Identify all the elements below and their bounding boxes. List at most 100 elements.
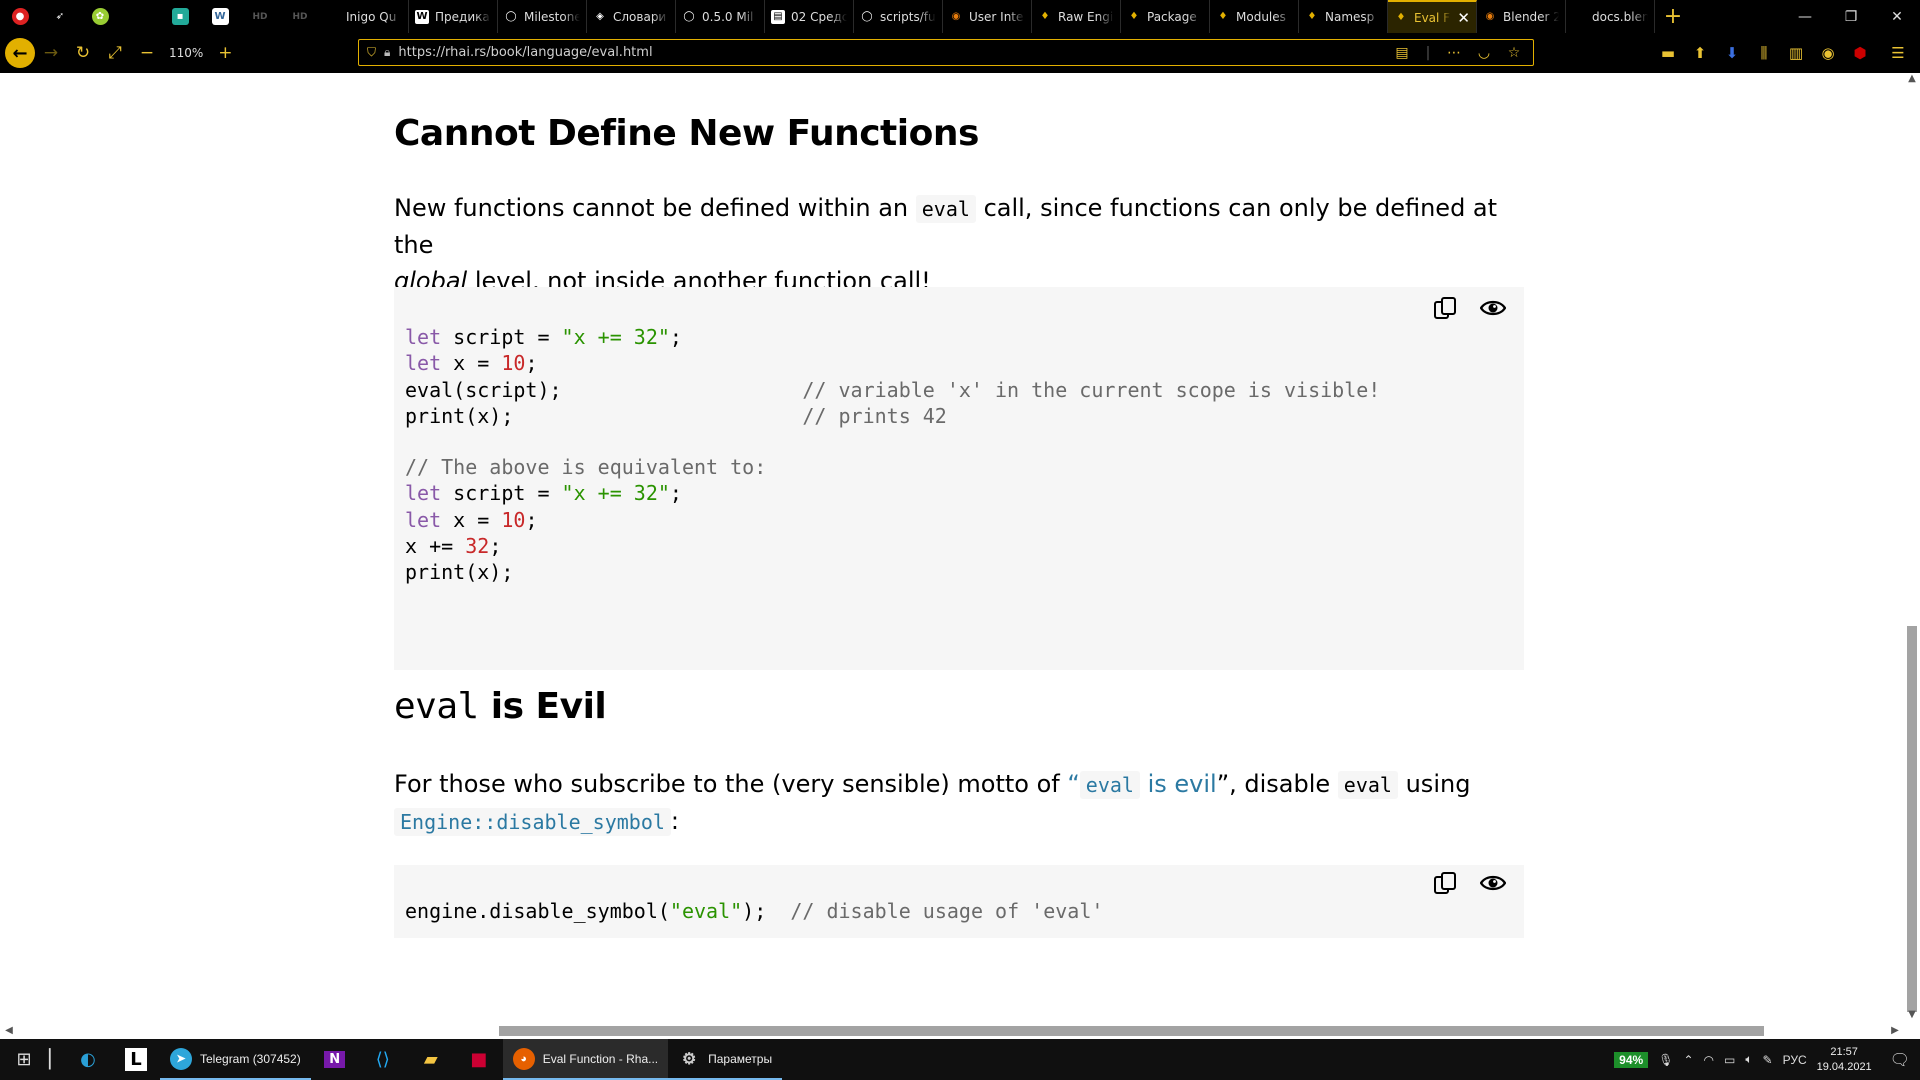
text: , disable xyxy=(1229,770,1338,798)
folder-icon[interactable]: ▰ xyxy=(407,1039,455,1080)
blank-icon xyxy=(326,10,340,24)
tab[interactable]: ◯ scripts/fu xyxy=(854,0,943,33)
eval-is-evil-link[interactable]: “eval is evil” xyxy=(1067,770,1229,799)
pinned-tab[interactable]: W xyxy=(200,0,240,33)
pen-icon[interactable]: ✎ xyxy=(1763,1053,1773,1067)
scroll-up-icon[interactable]: ▲ xyxy=(1904,73,1920,87)
volume-icon[interactable]: 🔈︎ xyxy=(1745,1052,1752,1067)
reader-view-icon[interactable]: ▤ xyxy=(1391,45,1413,61)
copy-code-button[interactable] xyxy=(1430,868,1460,898)
windows-taskbar: ⊞ ▏ ◐ L ➤ Telegram (307452) N ⟨⟩ ▰ ■ ◕ E… xyxy=(0,1039,1920,1080)
taskbar-app-settings[interactable]: ⚙ Параметры xyxy=(668,1039,783,1080)
pinned-tab[interactable]: ● xyxy=(0,0,40,33)
pinned-tab[interactable] xyxy=(120,0,160,33)
tab[interactable]: ♦ Raw Engi xyxy=(1032,0,1121,33)
task-view-icon[interactable]: ▏ xyxy=(48,1039,64,1080)
windows-start-icon[interactable]: ⊞ xyxy=(0,1039,48,1080)
tab[interactable]: ♦ Modules xyxy=(1210,0,1299,33)
back-button[interactable]: ← xyxy=(5,38,35,68)
l-app-icon[interactable]: L xyxy=(112,1039,160,1080)
battery-indicator[interactable]: 94% xyxy=(1614,1051,1649,1068)
rhai-icon: ♦ xyxy=(1396,12,1406,23)
tab[interactable]: W Предика xyxy=(409,0,498,33)
pinned-tab[interactable]: ➶ xyxy=(40,0,80,33)
ublock-icon[interactable]: ⬢ xyxy=(1844,33,1876,73)
taskbar-app-telegram[interactable]: ➤ Telegram (307452) xyxy=(160,1039,311,1080)
edge-icon[interactable]: ◐ xyxy=(64,1039,112,1080)
zoom-level[interactable]: 110% xyxy=(163,46,209,60)
minimize-icon[interactable]: — xyxy=(1782,0,1828,33)
horizontal-scrollbar[interactable]: ◀ ▶ xyxy=(0,1023,1904,1039)
pinned-tab[interactable]: HD xyxy=(280,0,320,33)
sidebar-icon[interactable]: ▥ xyxy=(1780,33,1812,73)
onenote-icon[interactable]: N xyxy=(311,1039,359,1080)
tab-label: scripts/fu xyxy=(880,9,936,24)
extension-icon[interactable]: ▬ xyxy=(1652,33,1684,73)
horizontal-scroll-thumb[interactable] xyxy=(499,1026,1764,1036)
tab[interactable]: ▤ 02 Средс xyxy=(765,0,854,33)
downloads-icon[interactable]: ⬇ xyxy=(1716,33,1748,73)
toggle-hidden-lines-button[interactable] xyxy=(1478,868,1508,898)
url-bar[interactable]: ⛉ 🔒︎ https://rhai.rs/book/language/eval.… xyxy=(358,39,1534,66)
wifi-icon[interactable]: ◠ xyxy=(1704,1053,1714,1067)
zoom-in-button[interactable]: + xyxy=(209,38,241,68)
notifications-icon[interactable]: 🗨︎ xyxy=(1882,1050,1910,1070)
copy-code-button[interactable] xyxy=(1430,293,1460,323)
vertical-scrollbar[interactable]: ▲ ▼ xyxy=(1904,73,1920,1023)
tab-active[interactable]: ♦ Eval F ✕ xyxy=(1388,0,1477,33)
tab[interactable]: ♦ Namesp xyxy=(1299,0,1388,33)
menu-icon[interactable]: ☰ xyxy=(1876,33,1920,73)
account-icon[interactable]: ◉ xyxy=(1812,33,1844,73)
blender-icon: ◉ xyxy=(951,11,961,22)
rhai-icon: ♦ xyxy=(1040,11,1050,22)
zoom-out-button[interactable]: − xyxy=(131,38,163,68)
disable-symbol-link[interactable]: Engine::disable_symbol xyxy=(394,807,671,836)
shield-icon[interactable]: ⛉ xyxy=(367,45,376,60)
close-window-icon[interactable]: ✕ xyxy=(1874,0,1920,33)
tab[interactable]: Inigo Qu xyxy=(320,0,409,33)
pinned-tab[interactable]: HD xyxy=(240,0,280,33)
arrow-right-icon: → xyxy=(43,43,59,63)
scroll-left-icon[interactable]: ◀ xyxy=(2,1023,16,1039)
taskbar-app-firefox[interactable]: ◕ Eval Function - Rha... xyxy=(502,1039,669,1080)
reload-button[interactable]: ↻ xyxy=(67,38,99,68)
tab[interactable]: ◯ Milestone xyxy=(498,0,587,33)
github-icon: ◯ xyxy=(861,11,873,22)
extension-icon[interactable]: ⬆ xyxy=(1684,33,1716,73)
pinned-tab[interactable]: ▪ xyxy=(160,0,200,33)
pinned-tab[interactable]: ✿ xyxy=(80,0,120,33)
github-icon: ◯ xyxy=(683,11,695,22)
scroll-right-icon[interactable]: ▶ xyxy=(1888,1023,1902,1039)
leaf-icon: ✿ xyxy=(91,8,109,25)
tab[interactable]: ♦ Package xyxy=(1121,0,1210,33)
more-actions-icon[interactable]: ⋯ xyxy=(1443,45,1465,61)
chevron-up-icon[interactable]: ⌃ xyxy=(1683,1053,1693,1067)
bookmark-star-icon[interactable]: ☆ xyxy=(1503,45,1525,61)
scroll-down-icon[interactable]: ▼ xyxy=(1904,1009,1920,1023)
tab[interactable]: ◉ Blender 2 xyxy=(1477,0,1566,33)
tab-label: Package xyxy=(1147,9,1197,24)
pocket-icon[interactable]: ◡ xyxy=(1473,45,1495,61)
code-text: // The above is equivalent to: let scrip… xyxy=(405,455,767,585)
restore-icon[interactable]: ❐ xyxy=(1828,0,1874,33)
hd-icon: HD xyxy=(292,11,308,22)
toggle-hidden-lines-button[interactable] xyxy=(1478,293,1508,323)
mic-icon[interactable]: 🎙︎ xyxy=(1658,1053,1673,1067)
library-icon[interactable]: ⫼ xyxy=(1748,33,1780,73)
tab[interactable]: ◯ 0.5.0 Mil xyxy=(676,0,765,33)
new-tab-button[interactable]: + xyxy=(1655,0,1691,33)
lock-icon[interactable]: 🔒︎ xyxy=(384,45,390,60)
close-tab-icon[interactable]: ✕ xyxy=(1457,9,1470,27)
tab[interactable]: ◈ Словари xyxy=(587,0,676,33)
vertical-scroll-thumb[interactable] xyxy=(1907,626,1917,1012)
language-indicator[interactable]: РУС xyxy=(1783,1053,1807,1067)
clock[interactable]: 21:57 19.04.2021 xyxy=(1817,1045,1872,1075)
tab[interactable]: ◉ User Inte xyxy=(943,0,1032,33)
app-icon[interactable]: ■ xyxy=(455,1039,503,1080)
battery-icon[interactable]: ▭ xyxy=(1724,1053,1735,1067)
url-text[interactable]: https://rhai.rs/book/language/eval.html xyxy=(398,45,1383,60)
forward-button[interactable]: → xyxy=(35,38,67,68)
vscode-icon[interactable]: ⟨⟩ xyxy=(359,1039,407,1080)
fullscreen-button[interactable]: ⤢ xyxy=(99,38,131,68)
tab[interactable]: docs.blender xyxy=(1566,0,1655,33)
